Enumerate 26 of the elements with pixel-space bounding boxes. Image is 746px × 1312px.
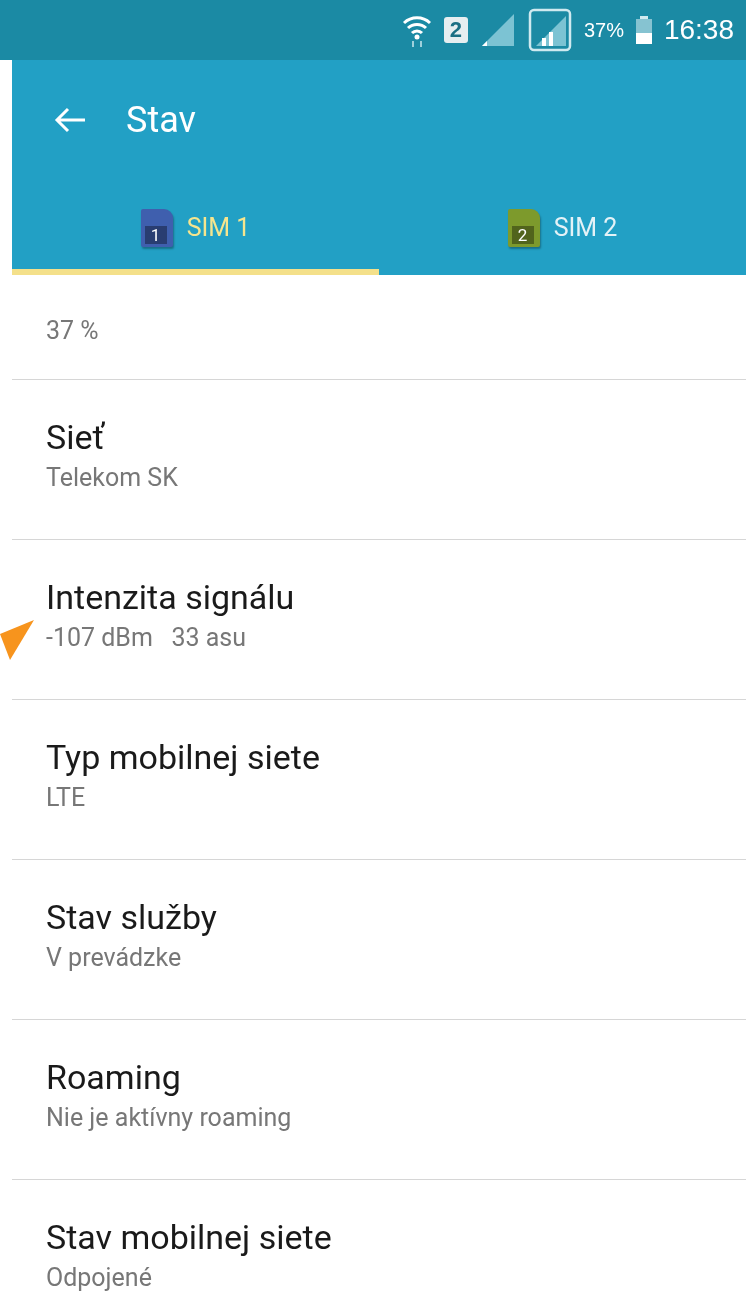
setting-value: -107 dBm 33 asu [46,622,248,654]
sim-tab[interactable]: 2 SIM 2 [379,180,746,275]
setting-value: 37 % [46,315,100,347]
setting-value: Nie je aktívny roaming [46,1102,293,1134]
clock-time: 16:38 [663,14,734,46]
signal-icon [527,8,572,52]
arrow-annotation-icon [0,620,34,660]
setting-title: Sieť [46,416,106,459]
setting-value: LTE [46,782,87,814]
setting-value: V prevádzke [46,942,183,974]
setting-value: Odpojené [46,1262,153,1294]
setting-title: Roaming [46,1056,182,1099]
setting-title: Stav služby [46,896,218,939]
sim-card-icon: 2 [507,208,540,247]
setting-value: Telekom SK [46,462,179,494]
screen-title: Stav [126,99,196,141]
sim-card-icon: 1 [140,208,173,247]
setting-title: Stav mobilnej siete [46,1216,333,1259]
battery-icon [635,16,652,44]
back-arrow-icon[interactable] [54,107,86,133]
sim-badge: 2 [443,17,468,43]
wifi-icon [401,13,432,47]
battery-percent: 37% [583,18,624,42]
sim-tab[interactable]: 1 SIM 1 [12,180,379,275]
setting-title: Typ mobilnej siete [46,736,321,779]
setting-title: Intenzita signálu [46,576,296,619]
